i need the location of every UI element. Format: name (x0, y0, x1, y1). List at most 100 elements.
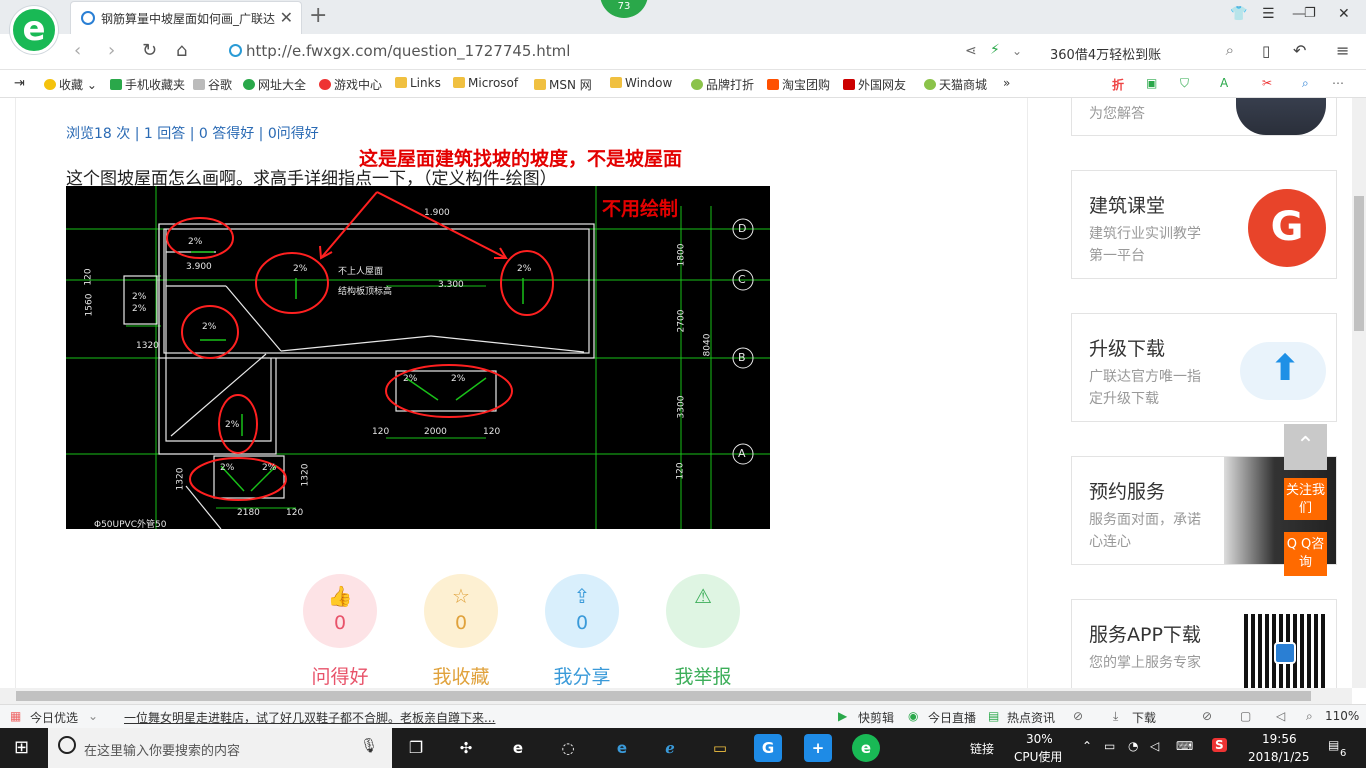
search-icon[interactable]: ⌕ (1302, 76, 1309, 91)
follow-us-button[interactable]: 关注我们 (1284, 478, 1327, 520)
bookmark-item[interactable]: Microsof (453, 76, 518, 90)
tab-active[interactable]: 钢筋算量中坡屋面如何画_广联达 ✕ (70, 1, 302, 34)
ie-icon[interactable]: ℯ (656, 734, 684, 762)
tab-close-icon[interactable]: ✕ (280, 8, 293, 27)
favorite-button[interactable]: ☆ 0 (424, 574, 498, 648)
share-icon[interactable]: ⋖ (965, 43, 977, 59)
menu-icon[interactable]: ≡ (1336, 41, 1349, 60)
chevron-down-icon[interactable]: ⌄ (88, 709, 98, 723)
file-explorer-icon[interactable]: ▭ (706, 734, 734, 762)
windows-start-icon[interactable]: ⊞ (14, 737, 29, 758)
status-item[interactable]: 今日直播 (928, 709, 976, 726)
fan-app-icon[interactable]: ✣ (452, 734, 480, 762)
qq-consult-button[interactable]: Q Q咨询 (1284, 532, 1327, 576)
bookmark-item[interactable]: 网址大全 (243, 76, 306, 93)
bookmark-item[interactable]: 手机收藏夹 (110, 76, 185, 93)
bookmark-item[interactable]: 收藏 ⌄ (44, 76, 97, 93)
edge-icon[interactable]: e (608, 734, 636, 762)
clock-time[interactable]: 19:56 (1262, 732, 1297, 746)
more-icon[interactable]: ⋯ (1332, 76, 1344, 90)
back-icon[interactable]: ‹ (74, 40, 81, 61)
service-card-top[interactable]: 为您解答 (1071, 98, 1337, 136)
broom-icon[interactable]: ⊘ (1202, 709, 1212, 723)
taskbar-search-input[interactable]: 在这里输入你要搜索的内容 (84, 740, 240, 759)
phone-icon[interactable]: ▯ (1262, 42, 1270, 60)
microphone-icon[interactable]: 🎙 (360, 738, 378, 754)
restore-icon[interactable]: ❐ (1304, 6, 1316, 21)
search-box[interactable]: 360借4万轻松到账 ⌕ (1040, 38, 1240, 66)
glodon-app-icon[interactable]: G (754, 734, 782, 762)
forward-icon[interactable]: › (108, 40, 115, 61)
discount-icon[interactable]: 折 (1112, 76, 1124, 93)
download-card[interactable]: 升级下载 广联达官方唯一指定升级下载 ⬆ (1071, 313, 1337, 422)
undo-icon[interactable]: ↶ (1293, 41, 1306, 60)
clock-date[interactable]: 2018/1/25 (1248, 750, 1310, 764)
sogou-ime-icon[interactable]: S (1212, 738, 1227, 752)
like-button[interactable]: 👍 0 (303, 574, 377, 648)
favorite-label[interactable]: 我收藏 (411, 662, 511, 688)
scroll-thumb[interactable] (16, 691, 1311, 701)
battery-icon[interactable]: ▭ (1104, 739, 1115, 753)
question-stats[interactable]: 浏览18 次 | 1 回答 | 0 答得好 | 0问得好 (66, 123, 319, 143)
speed-badge[interactable]: 73 (600, 0, 648, 18)
keyboard-icon[interactable]: ⌨ (1176, 739, 1193, 753)
plus-app-icon[interactable]: + (804, 734, 832, 762)
home-icon[interactable]: ⌂ (176, 40, 187, 61)
course-card[interactable]: 建筑课堂 建筑行业实训教学第一平台 G (1071, 170, 1337, 279)
bookmark-item[interactable]: 天猫商城 (924, 76, 987, 93)
horizontal-scrollbar[interactable] (0, 688, 1352, 704)
bookmark-item[interactable]: 品牌打折 (691, 76, 754, 93)
speaker-icon[interactable]: ◁ (1150, 739, 1159, 753)
task-view-icon[interactable]: ❐ (402, 734, 430, 762)
bookmark-item[interactable]: 游戏中心 (319, 76, 382, 93)
bookmark-item[interactable]: Window (610, 76, 672, 90)
new-tab-icon[interactable]: + (309, 3, 327, 28)
today-picks[interactable]: 今日优选 (30, 709, 78, 726)
more-bookmarks-icon[interactable]: » (1003, 76, 1010, 90)
report-button[interactable]: ⚠ (666, 574, 740, 648)
refresh-icon[interactable]: ↻ (142, 40, 157, 61)
address-text[interactable]: http://e.fwxgx.com/question_1727745.html (246, 42, 570, 60)
volume-icon[interactable]: ◁ (1276, 709, 1285, 723)
like-label[interactable]: 问得好 (290, 662, 390, 688)
address-bar[interactable]: http://e.fwxgx.com/question_1727745.html (224, 38, 954, 66)
shield-icon[interactable]: ⛉ (1180, 76, 1189, 91)
bookmark-item[interactable]: 淘宝团购 (767, 76, 830, 93)
favorite-action[interactable]: ☆ 0 我收藏 (424, 574, 498, 688)
scissors-icon[interactable]: ✂ (1262, 76, 1272, 90)
wifi-icon[interactable]: ◔ (1128, 739, 1138, 753)
browser-logo-icon[interactable]: e (10, 6, 58, 54)
links-toolbar[interactable]: 链接 (970, 740, 994, 757)
spiral-app-icon[interactable]: ◌ (554, 734, 582, 762)
scroll-thumb[interactable] (1354, 196, 1364, 331)
share-button[interactable]: ⇪ 0 (545, 574, 619, 648)
vertical-scrollbar[interactable] (1352, 98, 1366, 688)
search-icon[interactable]: ⌕ (1226, 41, 1234, 59)
shirt-icon[interactable]: 👕 (1230, 6, 1247, 22)
sidebar-toggle-icon[interactable]: ⇥ (14, 76, 25, 91)
like-action[interactable]: 👍 0 问得好 (303, 574, 377, 688)
status-item[interactable]: 热点资讯 (1007, 709, 1055, 726)
browser-e-icon[interactable]: e (504, 734, 532, 762)
bookmark-item[interactable]: 外国网友 (843, 76, 906, 93)
book-icon[interactable]: ▣ (1146, 76, 1157, 90)
close-window-icon[interactable]: ✕ (1338, 6, 1350, 22)
search-input[interactable]: 360借4万轻松到账 (1050, 44, 1161, 63)
chevron-down-icon[interactable]: ⌄ (1012, 44, 1022, 58)
app-download-card[interactable]: 服务APP下载 您的掌上服务专家 (1071, 599, 1337, 688)
speed-icon[interactable]: ⊘ (1073, 709, 1083, 723)
status-item[interactable]: 下载 (1132, 709, 1156, 726)
360-browser-icon[interactable]: e (852, 734, 880, 762)
report-action[interactable]: ⚠ 我举报 (666, 574, 740, 688)
chevron-up-icon[interactable]: ⌃ (1082, 739, 1092, 753)
share-action[interactable]: ⇪ 0 我分享 (545, 574, 619, 688)
report-label[interactable]: 我举报 (653, 662, 753, 688)
news-ticker[interactable]: 一位舞女明星走进鞋店，试了好几双鞋子都不合脚。老板亲自蹲下来... (124, 709, 495, 726)
status-item[interactable]: 快剪辑 (858, 709, 894, 726)
menu-icon[interactable]: ☰ (1262, 6, 1275, 22)
bookmark-item[interactable]: 谷歌 (193, 76, 232, 93)
notification-icon[interactable]: ▤ (1328, 738, 1339, 752)
taskbar-search[interactable]: 在这里输入你要搜索的内容 🎙 (48, 728, 392, 768)
bookmark-item[interactable]: MSN 网 (534, 76, 592, 93)
share-label[interactable]: 我分享 (532, 662, 632, 688)
